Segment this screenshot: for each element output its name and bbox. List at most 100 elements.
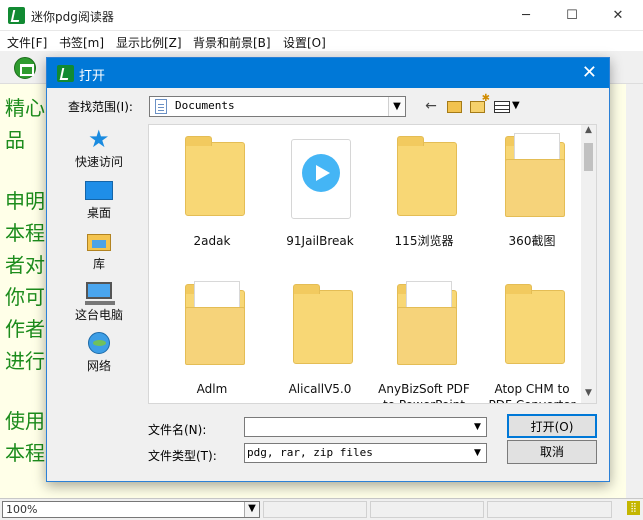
close-button[interactable]: ✕ xyxy=(595,0,641,31)
chevron-down-icon[interactable]: ▼ xyxy=(512,100,520,111)
folder-icon xyxy=(397,136,457,216)
dialog-icon xyxy=(57,65,74,82)
file-name-label: 2adak xyxy=(193,234,231,248)
place-network[interactable]: 网络 xyxy=(58,329,140,377)
folder-front-icon xyxy=(185,307,245,365)
dialog-close-button[interactable]: ✕ xyxy=(582,62,597,83)
up-folder-icon[interactable] xyxy=(447,101,462,113)
minimize-button[interactable]: ─ xyxy=(503,0,549,31)
status-panel xyxy=(370,501,484,518)
file-item[interactable]: Atop CHM to PDF Converter xyxy=(481,273,583,403)
scroll-up-icon[interactable]: ▲ xyxy=(581,125,596,140)
status-bar: 100% ▼ ⣿ xyxy=(0,498,643,520)
file-item[interactable]: 115浏览器 xyxy=(373,125,475,261)
library-icon xyxy=(87,234,111,251)
open-dialog: 打开 ✕ 查找范围(I): Documents ▼ ← ▼ ★ 快速访问 桌面 … xyxy=(46,57,610,482)
desktop-icon xyxy=(85,181,113,200)
file-name-label: AnyBizSoft PDF to PowerPoint xyxy=(378,382,470,403)
folder-icon xyxy=(185,136,245,216)
menu-bar: 文件[F] 书签[m] 显示比例[Z] 背景和前景[B] 设置[O] xyxy=(0,31,643,51)
file-item[interactable]: 2adak xyxy=(161,125,263,261)
file-item[interactable]: AlicallV5.0 xyxy=(269,273,371,403)
file-name-label: Adlm xyxy=(196,382,228,396)
dialog-title-bar[interactable]: 打开 ✕ xyxy=(47,58,609,88)
reader-line: 申明 xyxy=(5,189,45,213)
open-button[interactable]: 打开(O) xyxy=(507,414,597,438)
file-item[interactable]: 360截图 xyxy=(481,125,583,261)
file-name-label: 文件名(N): xyxy=(148,423,207,437)
app-icon xyxy=(8,7,25,24)
menu-file[interactable]: 文件[F] xyxy=(7,34,47,51)
network-icon xyxy=(88,332,110,354)
file-list[interactable]: 2adak 91JailBreak 115浏览器 360截图 Adlm Alic… xyxy=(148,124,597,404)
look-in-label: 查找范围(I): xyxy=(68,100,133,114)
file-list-scrollbar[interactable]: ▲ ▼ xyxy=(581,125,596,403)
scroll-thumb[interactable] xyxy=(584,143,593,171)
reader-line: 作者 xyxy=(5,317,45,341)
zoom-value: 100% xyxy=(6,503,38,516)
folder-icon xyxy=(293,284,353,364)
view-menu-icon[interactable] xyxy=(494,101,510,113)
star-icon: ★ xyxy=(88,125,110,153)
file-name-label: 360截图 xyxy=(508,234,556,248)
place-this-pc[interactable]: 这台电脑 xyxy=(58,278,140,326)
scroll-down-icon[interactable]: ▼ xyxy=(581,388,596,403)
look-in-select[interactable]: Documents ▼ xyxy=(149,96,406,117)
reader-line: 品 xyxy=(5,128,25,152)
file-name-label: Atop CHM to PDF Converter xyxy=(489,382,576,403)
new-folder-icon[interactable] xyxy=(470,93,490,113)
reader-line: 精心 xyxy=(5,96,45,120)
look-in-value: Documents xyxy=(175,99,235,112)
computer-icon xyxy=(85,282,115,305)
file-name-label: 115浏览器 xyxy=(394,234,454,248)
back-arrow-icon[interactable]: ← xyxy=(422,97,440,116)
reader-line: 本程 xyxy=(5,441,45,465)
menu-settings[interactable]: 设置[O] xyxy=(283,34,326,51)
documents-icon xyxy=(155,99,167,114)
file-type-label: 文件类型(T): xyxy=(148,449,217,463)
reader-scrollbar[interactable] xyxy=(626,84,643,498)
place-label: 桌面 xyxy=(86,206,111,220)
place-library[interactable]: 库 xyxy=(58,227,140,275)
folder-front-icon xyxy=(505,159,565,217)
file-type-select[interactable]: pdg, rar, zip files ▼ xyxy=(244,443,487,463)
file-item[interactable]: Adlm xyxy=(161,273,263,403)
chevron-down-icon[interactable]: ▼ xyxy=(469,418,486,436)
reader-line: 者对 xyxy=(5,253,45,277)
reader-line: 你可 xyxy=(5,285,45,309)
chevron-down-icon[interactable]: ▼ xyxy=(469,444,486,462)
open-folder-icon[interactable] xyxy=(14,57,36,79)
menu-background[interactable]: 背景和前景[B] xyxy=(193,34,271,51)
reader-line: 本程 xyxy=(5,221,45,245)
resize-grip[interactable]: ⣿ xyxy=(627,501,640,515)
maximize-button[interactable]: ☐ xyxy=(549,0,595,31)
folder-icon xyxy=(505,284,565,364)
video-file-icon xyxy=(291,139,351,219)
status-panel xyxy=(487,501,612,518)
file-name-input[interactable]: ▼ xyxy=(244,417,487,437)
cancel-button[interactable]: 取消 xyxy=(507,440,597,464)
menu-bookmarks[interactable]: 书签[m] xyxy=(59,34,104,51)
place-quick-access[interactable]: ★ 快速访问 xyxy=(58,125,140,173)
menu-zoom[interactable]: 显示比例[Z] xyxy=(116,34,182,51)
file-item[interactable]: 91JailBreak xyxy=(269,125,371,261)
place-label: 快速访问 xyxy=(74,155,123,169)
status-panel xyxy=(263,501,367,518)
reader-line: 使用 xyxy=(5,409,45,433)
reader-line: 进行 xyxy=(5,349,45,373)
places-bar: ★ 快速访问 桌面 库 这台电脑 网络 xyxy=(58,125,140,385)
file-item[interactable]: AnyBizSoft PDF to PowerPoint xyxy=(373,273,475,403)
folder-front-icon xyxy=(397,307,457,365)
app-title-bar: 迷你pdg阅读器 ─ ☐ ✕ xyxy=(0,0,643,31)
zoom-select[interactable]: 100% ▼ xyxy=(2,501,260,518)
file-name-label: AlicallV5.0 xyxy=(288,382,352,396)
place-desktop[interactable]: 桌面 xyxy=(58,176,140,224)
file-type-value: pdg, rar, zip files xyxy=(247,446,373,459)
file-name-label: 91JailBreak xyxy=(286,234,354,248)
chevron-down-icon[interactable]: ▼ xyxy=(244,502,259,517)
place-label: 库 xyxy=(92,257,105,271)
dialog-title: 打开 xyxy=(79,69,106,84)
place-label: 网络 xyxy=(86,359,111,373)
place-label: 这台电脑 xyxy=(74,308,123,322)
chevron-down-icon[interactable]: ▼ xyxy=(388,97,405,116)
